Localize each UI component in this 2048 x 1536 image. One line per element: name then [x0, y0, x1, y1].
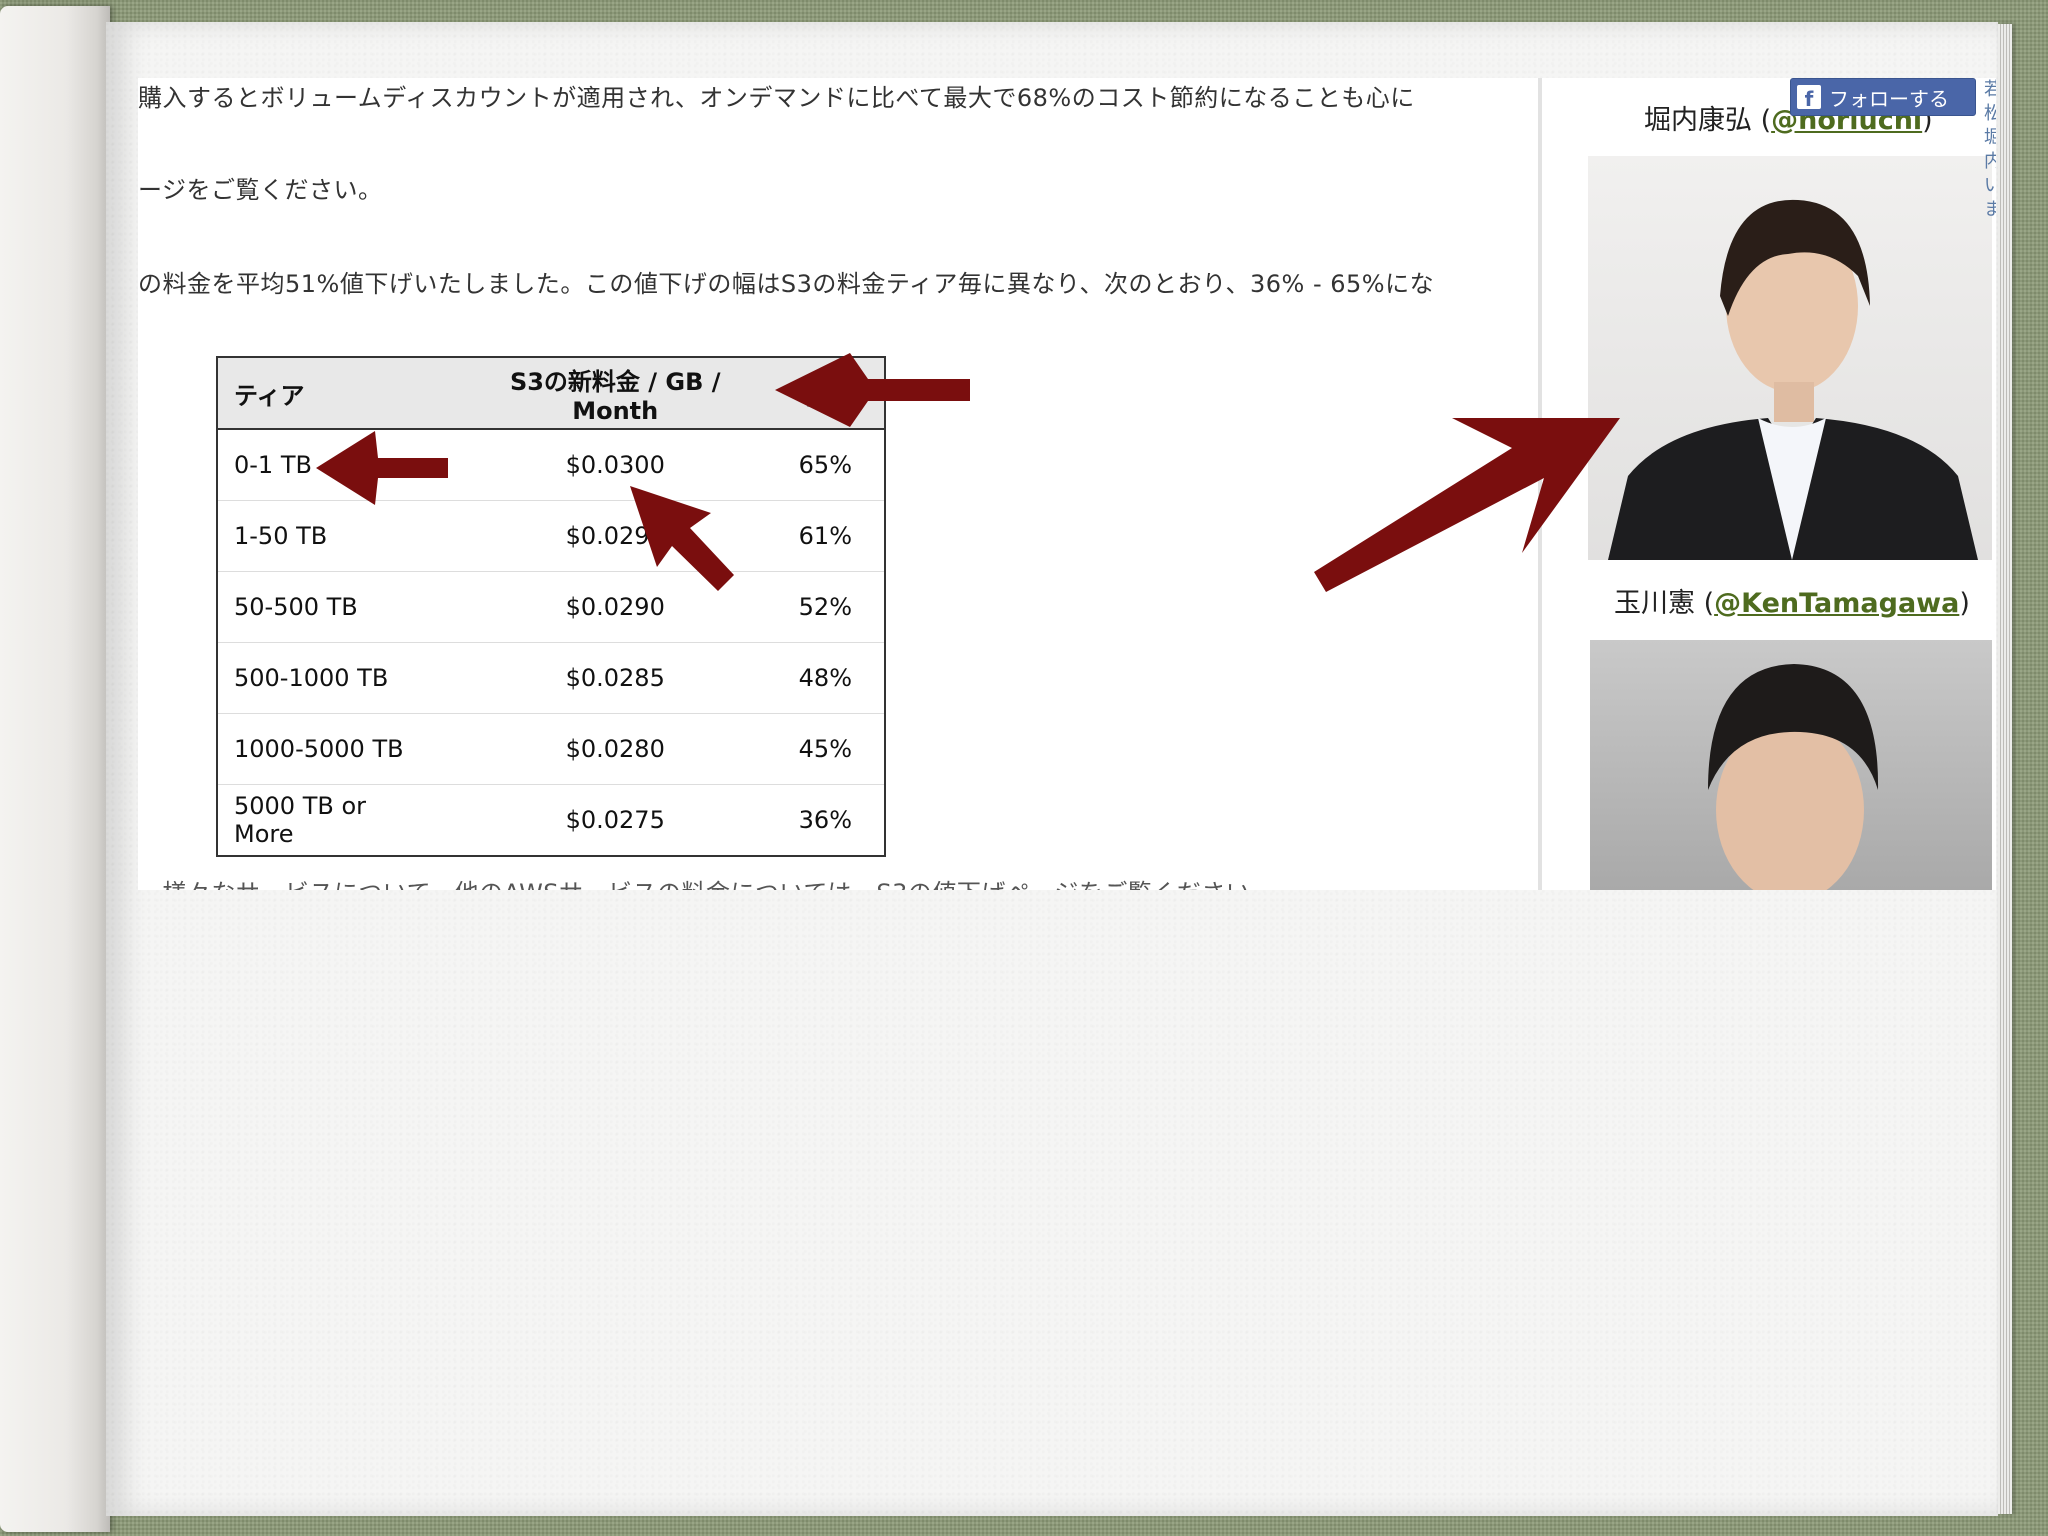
- facebook-follow-button[interactable]: f フォローする: [1790, 78, 1976, 116]
- header-tier: ティア: [217, 357, 448, 430]
- author-name-text: 堀内康弘 (: [1644, 105, 1772, 136]
- table-row: 5000 TB or More $0.0275 36%: [217, 784, 885, 857]
- price-cell: $0.0295: [447, 500, 783, 572]
- table-row: 500-1000 TB $0.0285 48%: [217, 642, 885, 714]
- price-cell: $0.0280: [447, 713, 783, 785]
- follow-button-label: フォローする: [1829, 86, 1949, 111]
- discount-cell: 61%: [782, 500, 885, 572]
- price-cell: $0.0290: [447, 571, 783, 643]
- twitter-link-tamagawa[interactable]: @KenTamagawa: [1714, 588, 1959, 619]
- tier-cell: 50-500 TB: [217, 571, 448, 643]
- author-photo-horiuchi: [1588, 156, 1992, 560]
- price-cell: $0.0275: [447, 784, 783, 857]
- discount-cell: 52%: [782, 571, 885, 643]
- table-row: 1000-5000 TB $0.0280 45%: [217, 713, 885, 785]
- article-paragraph-3: の料金を平均51%値下げいたしました。この値下げの幅はS3の料金ティア毎に異なり…: [138, 270, 1435, 298]
- tier-cell: 5000 TB or More: [217, 784, 448, 857]
- tier-cell: 1-50 TB: [217, 500, 448, 572]
- author-name-text: 玉川憲 (: [1614, 588, 1715, 619]
- table-row: 50-500 TB $0.0290 52%: [217, 571, 885, 643]
- sidebar-cut-text: 若松堀内いま: [1984, 79, 1996, 220]
- article-paragraph-4: ...様々なサービスについて、他のAWSサービスの料金については、S3の値下げペ…: [138, 873, 1488, 890]
- discount-cell: 65%: [782, 429, 885, 501]
- pricing-table: ティア S3の新料金 / GB / Month 値下 0-1 TB $0.030…: [216, 356, 886, 857]
- author-photo-tamagawa: [1590, 640, 1992, 890]
- portrait-horiuchi-image: [1608, 199, 1978, 560]
- price-cell: $0.0285: [447, 642, 783, 714]
- left-page: [0, 6, 110, 1532]
- price-cell: $0.0300: [447, 429, 783, 501]
- article-paragraph-1: 購入するとボリュームディスカウントが適用され、オンデマンドに比べて最大で68%の…: [138, 84, 1415, 112]
- discount-cell: 45%: [782, 713, 885, 785]
- facebook-icon: f: [1797, 85, 1821, 109]
- table-row: 0-1 TB $0.0300 65%: [217, 429, 885, 501]
- sidebar-divider: [1538, 78, 1542, 890]
- discount-cell: 36%: [782, 784, 885, 857]
- header-price: S3の新料金 / GB / Month: [447, 357, 783, 430]
- table-row: 1-50 TB $0.0295 61%: [217, 500, 885, 572]
- header-discount: 値下: [782, 357, 885, 430]
- portrait-tamagawa-image: [1708, 664, 1879, 890]
- table-header-row: ティア S3の新料金 / GB / Month 値下: [217, 357, 885, 430]
- discount-cell: 48%: [782, 642, 885, 714]
- webpage-screenshot: 購入するとボリュームディスカウントが適用され、オンデマンドに比べて最大で68%の…: [138, 78, 1996, 890]
- author-name-close: ): [1959, 588, 1970, 619]
- tier-cell: 500-1000 TB: [217, 642, 448, 714]
- page-edges: [1998, 24, 2012, 1514]
- tier-cell: 1000-5000 TB: [217, 713, 448, 785]
- article-paragraph-2: ージをご覧ください。: [138, 176, 383, 204]
- author-name-tamagawa: 玉川憲 (@KenTamagawa): [1614, 581, 1970, 620]
- tier-cell: 0-1 TB: [217, 429, 448, 501]
